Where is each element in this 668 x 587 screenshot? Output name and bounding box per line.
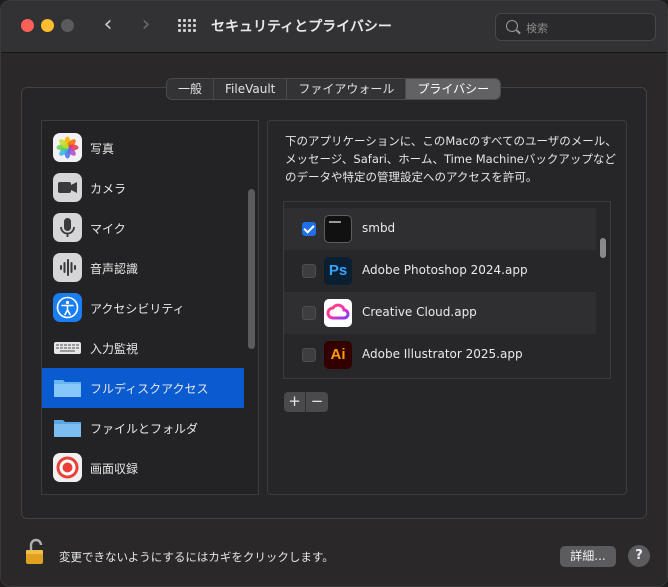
lock-instruction: 変更できないようにするにはカギをクリックします。: [59, 550, 334, 564]
search-input[interactable]: [526, 19, 646, 37]
sidebar-item-screen-recording[interactable]: 画面収録: [42, 448, 244, 488]
app-name: Adobe Photoshop 2024.app: [362, 263, 528, 277]
tab-bar: 一般 FileVault ファイアウォール プライバシー: [166, 78, 502, 100]
folder-icon: [53, 373, 82, 402]
app-name: Adobe Illustrator 2025.app: [362, 347, 523, 361]
keyboard-icon: [53, 333, 82, 362]
sidebar-item-label: カメラ: [90, 182, 127, 196]
folder-icon: [53, 413, 82, 442]
app-row[interactable]: smbd: [284, 208, 596, 250]
sidebar-item-photos[interactable]: 写真: [42, 128, 244, 168]
sidebar-item-input-monitoring[interactable]: 入力監視: [42, 328, 244, 368]
minimize-button[interactable]: [41, 19, 54, 32]
help-button[interactable]: ?: [628, 545, 650, 567]
add-app-button[interactable]: +: [284, 392, 306, 412]
sidebar-item-camera[interactable]: カメラ: [42, 168, 244, 208]
sidebar-item-label: ファイルとフォルダ: [90, 422, 199, 436]
sidebar-item-label: アクセシビリティ: [90, 302, 185, 316]
sidebar-item-label: フルディスクアクセス: [90, 382, 209, 396]
privacy-category-list: 写真 カメラ マイク 音声認識 アクセシビリティ 入力監視 フルディスクアクセス…: [41, 120, 259, 495]
sidebar-item-files-and-folders[interactable]: ファイルとフォルダ: [42, 408, 244, 448]
app-checkbox[interactable]: [302, 264, 316, 278]
sidebar-item-full-disk-access[interactable]: フルディスクアクセス: [42, 368, 244, 408]
app-row[interactable]: Ps Adobe Photoshop 2024.app: [284, 250, 596, 292]
speech-recognition-icon: [53, 253, 82, 282]
search-icon: [506, 20, 518, 32]
permission-description: 下のアプリケーションに、このMacのすべてのユーザのメール、メッセージ、Safa…: [285, 134, 617, 184]
app-checkbox[interactable]: [302, 306, 316, 320]
forward-arrow-icon[interactable]: ›: [136, 14, 156, 37]
sidebar-item-label: 写真: [90, 142, 115, 156]
app-name: smbd: [362, 221, 396, 235]
illustrator-icon: Ai: [324, 341, 352, 369]
photos-icon: [53, 133, 82, 162]
sidebar-item-label: 画面収録: [90, 462, 139, 476]
tab-filevault[interactable]: FileVault: [214, 79, 288, 99]
lock-icon[interactable]: [25, 538, 47, 566]
microphone-icon: [53, 213, 82, 242]
tab-firewall[interactable]: ファイアウォール: [287, 79, 407, 99]
terminal-icon: [324, 215, 352, 243]
app-list: smbd Ps Adobe Photoshop 2024.app Creativ…: [283, 201, 611, 379]
app-checkbox[interactable]: [302, 222, 316, 236]
window-title: セキュリティとプライバシー: [211, 19, 392, 35]
tab-general[interactable]: 一般: [167, 79, 215, 99]
back-arrow-icon[interactable]: ‹: [98, 14, 118, 37]
sidebar-item-speech-recognition[interactable]: 音声認識: [42, 248, 244, 288]
title-bar: ‹ › セキュリティとプライバシー: [1, 1, 667, 53]
tab-privacy[interactable]: プライバシー: [406, 79, 501, 99]
sidebar-item-label: 入力監視: [90, 342, 139, 356]
close-button[interactable]: [21, 19, 34, 32]
photoshop-icon: Ps: [324, 257, 352, 285]
app-checkbox[interactable]: [302, 348, 316, 362]
app-row[interactable]: Ai Adobe Illustrator 2025.app: [284, 334, 596, 376]
remove-app-button[interactable]: −: [306, 392, 328, 412]
security-privacy-window: ‹ › セキュリティとプライバシー 一般 FileVault ファイアウォール …: [0, 0, 668, 587]
screen-recording-icon: [53, 453, 82, 482]
sidebar-item-label: マイク: [90, 222, 126, 236]
sidebar-item-accessibility[interactable]: アクセシビリティ: [42, 288, 244, 328]
camera-icon: [53, 173, 82, 202]
sidebar-item-microphone[interactable]: マイク: [42, 208, 244, 248]
sidebar-item-label: 音声認識: [90, 262, 139, 276]
show-all-grid-icon[interactable]: [178, 19, 196, 35]
footer-bar: 変更できないようにするにはカギをクリックします。 詳細... ?: [1, 527, 667, 586]
add-remove-controls: + −: [284, 392, 328, 412]
app-list-scrollbar[interactable]: [600, 238, 606, 258]
details-button[interactable]: 詳細...: [560, 546, 616, 567]
creative-cloud-icon: [324, 299, 352, 327]
zoom-button[interactable]: [61, 19, 74, 32]
app-row[interactable]: Creative Cloud.app: [284, 292, 596, 334]
app-name: Creative Cloud.app: [362, 305, 477, 319]
accessibility-icon: [53, 293, 82, 322]
search-field[interactable]: [495, 13, 656, 41]
sidebar-scrollbar[interactable]: [248, 189, 255, 349]
